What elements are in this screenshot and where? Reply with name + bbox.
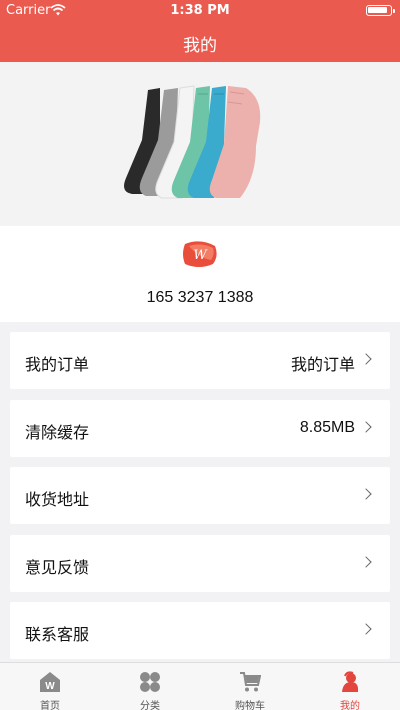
tab-category[interactable]: 分类 bbox=[100, 663, 200, 710]
svg-text:W: W bbox=[45, 681, 55, 692]
tab-label: 首页 bbox=[40, 701, 60, 710]
menu-label: 收货地址 bbox=[25, 490, 90, 509]
tab-label: 购物车 bbox=[235, 701, 265, 710]
chevron-right-icon bbox=[360, 488, 372, 500]
tab-home[interactable]: W 首页 bbox=[0, 663, 100, 710]
socks-product-image bbox=[124, 85, 261, 199]
menu-label: 清除缓存 bbox=[25, 423, 90, 442]
status-bar: Carrier 1:38 PM bbox=[0, 0, 400, 20]
profile-icon bbox=[342, 671, 359, 692]
top-bar: Carrier 1:38 PM 我的 bbox=[0, 0, 400, 62]
chevron-right-icon bbox=[360, 421, 372, 433]
tab-cart[interactable]: 购物车 bbox=[200, 663, 300, 710]
menu-value: 我的订单 bbox=[290, 357, 355, 374]
chevron-right-icon bbox=[360, 623, 372, 635]
battery-icon bbox=[366, 5, 395, 16]
menu-item-orders[interactable]: 我的订单 我的订单 bbox=[10, 332, 390, 389]
chevron-right-icon bbox=[360, 353, 372, 365]
phone-number: 165 3237 1388 bbox=[146, 289, 254, 306]
tab-profile[interactable]: 我的 bbox=[300, 663, 400, 710]
menu-item-customer-service[interactable]: 联系客服 bbox=[10, 602, 390, 659]
cart-icon bbox=[240, 672, 261, 692]
category-icon bbox=[140, 672, 160, 692]
logo-letter: W bbox=[193, 248, 208, 263]
clock: 1:38 PM bbox=[170, 3, 230, 18]
menu-item-feedback[interactable]: 意见反馈 bbox=[10, 535, 390, 592]
chevron-right-icon bbox=[360, 556, 372, 568]
profile-section: W 165 3237 1388 bbox=[0, 226, 400, 322]
home-icon: W bbox=[40, 672, 60, 692]
menu-item-address[interactable]: 收货地址 bbox=[10, 467, 390, 524]
tab-bar: W 首页 分类 购物车 我的 bbox=[0, 662, 400, 710]
tab-label: 我的 bbox=[340, 701, 360, 710]
page-title: 我的 bbox=[183, 36, 217, 56]
menu-label: 联系客服 bbox=[25, 625, 90, 644]
menu-label: 我的订单 bbox=[25, 355, 90, 374]
menu-item-clear-cache[interactable]: 清除缓存 8.85MB bbox=[10, 400, 390, 457]
menu-label: 意见反馈 bbox=[25, 558, 90, 577]
tab-label: 分类 bbox=[140, 701, 160, 710]
menu-value: 8.85MB bbox=[299, 419, 355, 436]
banner bbox=[0, 62, 400, 226]
app-logo: W bbox=[183, 241, 217, 267]
